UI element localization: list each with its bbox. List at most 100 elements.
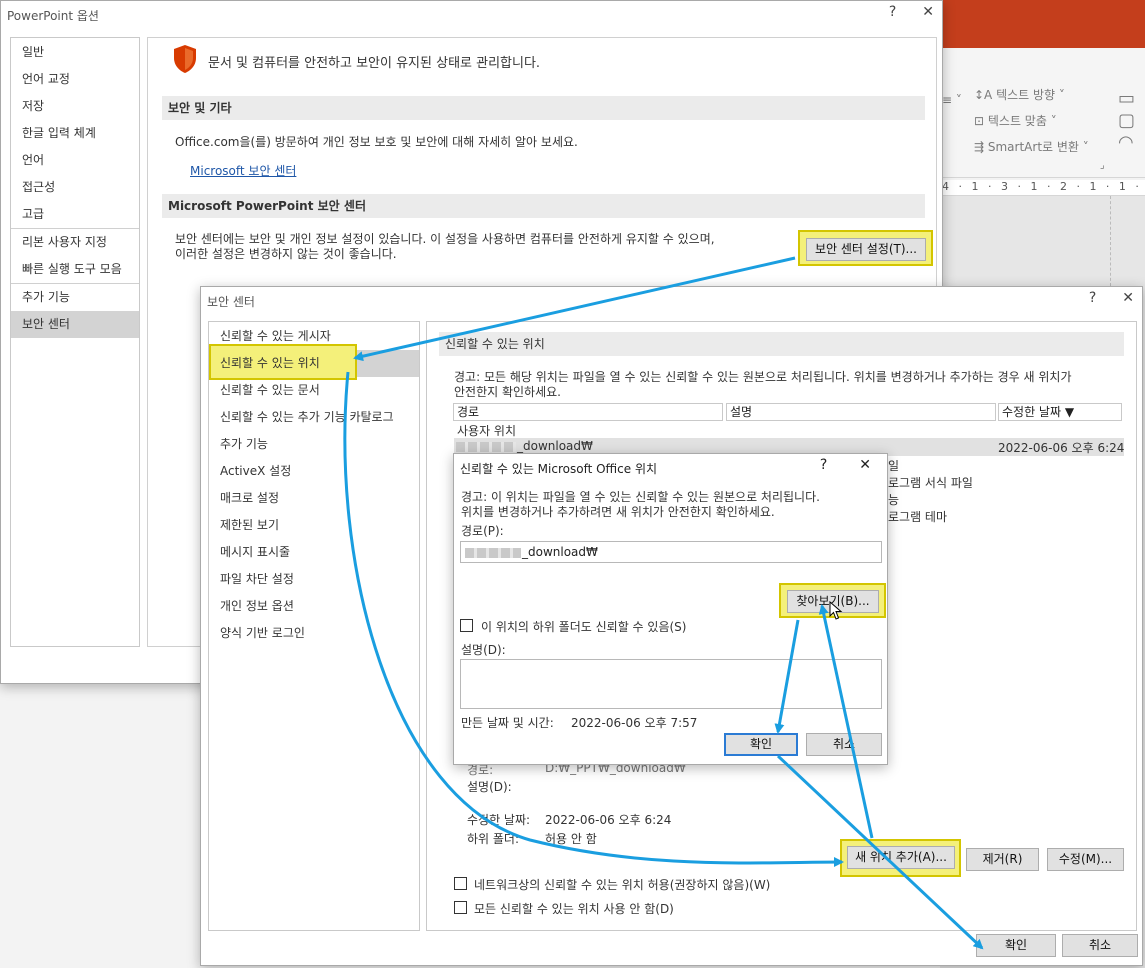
- ribbon-align-chevron[interactable]: ≡ ˅: [942, 93, 962, 107]
- close-icon[interactable]: ✕: [1122, 290, 1134, 306]
- shield-icon: [174, 45, 196, 73]
- column-header-date-modified[interactable]: 수정한 날짜 ▼: [998, 403, 1122, 421]
- nav-item-language[interactable]: 언어: [11, 147, 139, 174]
- options-titlebar-buttons: ? ✕: [889, 4, 934, 20]
- help-button[interactable]: ?: [889, 4, 896, 20]
- column-header-description[interactable]: 설명: [726, 403, 996, 421]
- nav-item-korean-ime[interactable]: 한글 입력 체계: [11, 120, 139, 147]
- trusted-location-dialog: 신뢰할 수 있는 Microsoft Office 위치 ? ✕ 경고: 이 위…: [453, 453, 888, 765]
- nav-item-general[interactable]: 일반: [11, 39, 139, 66]
- created-date-value: 2022-06-06 오후 7:57: [571, 716, 698, 730]
- options-title: PowerPoint 옵션: [7, 9, 99, 23]
- text-align-icon: ⊡: [974, 114, 988, 128]
- options-nav: 일반 언어 교정 저장 한글 입력 체계 언어 접근성 고급 리본 사용자 지정…: [10, 37, 140, 647]
- disable-all-locations-checkbox[interactable]: [454, 901, 467, 914]
- location-cancel-button[interactable]: 취소: [806, 733, 882, 756]
- options-header-text: 문서 및 컴퓨터를 안전하고 보안이 유지된 상태로 관리합니다.: [208, 56, 541, 71]
- smartart-icon: ⇶: [974, 140, 988, 154]
- allow-network-locations-checkbox[interactable]: [454, 877, 467, 890]
- ribbon-group-launcher-icon[interactable]: ⌟: [1100, 160, 1105, 171]
- add-new-location-button[interactable]: 새 위치 추가(A)...: [847, 846, 955, 869]
- nav-item-addins[interactable]: 추가 기능: [209, 431, 419, 458]
- section-security-other: 보안 및 기타: [162, 96, 925, 120]
- trust-center-title: 보안 센터: [207, 295, 255, 309]
- nav-item-trusted-addin-catalogs[interactable]: 신뢰할 수 있는 추가 기능 카탈로그: [209, 404, 419, 431]
- text-align-button[interactable]: ⊡ 텍스트 맞춤 ˅: [974, 112, 1057, 129]
- nav-item-trusted-locations-label[interactable]: 신뢰할 수 있는 위치: [220, 354, 320, 371]
- nav-item-customize-ribbon[interactable]: 리본 사용자 지정: [11, 229, 139, 256]
- ppt-ruler: 4 · 1 · 3 · 1 · 2 · 1 · 1 · 1 · 0 · 1: [940, 180, 1145, 196]
- smartart-label: SmartArt로 변환: [987, 140, 1079, 154]
- nav-item-accessibility[interactable]: 접근성: [11, 174, 139, 201]
- text-direction-icon: ↕A: [974, 88, 997, 102]
- nav-item-quick-access[interactable]: 빠른 실행 도구 모음: [11, 256, 139, 283]
- shape-gallery-icon[interactable]: ▭ ▢ ◠: [1118, 88, 1135, 154]
- location-ok-button[interactable]: 확인: [724, 733, 798, 756]
- trusted-locations-header: 신뢰할 수 있는 위치: [439, 332, 1124, 356]
- nav-item-advanced[interactable]: 고급: [11, 201, 139, 228]
- security-info-text: Office.com을(를) 방문하여 개인 정보 보호 및 보안에 대해 자세…: [175, 135, 578, 149]
- mouse-cursor-icon: [829, 601, 843, 620]
- text-direction-button[interactable]: ↕A 텍스트 방향 ˅: [974, 86, 1065, 103]
- trust-cancel-button[interactable]: 취소: [1062, 934, 1138, 957]
- remove-button[interactable]: 제거(R): [966, 848, 1039, 871]
- ppt-ribbon: ≡ ˅ ↕A 텍스트 방향 ˅ ⊡ 텍스트 맞춤 ˅ ⇶ SmartArt로 변…: [940, 48, 1145, 178]
- trust-ok-button[interactable]: 확인: [976, 934, 1056, 957]
- blurred-path: [465, 547, 521, 558]
- nav-item-macro-settings[interactable]: 매크로 설정: [209, 485, 419, 512]
- trusted-locations-warning-2: 안전한지 확인하세요.: [454, 385, 561, 399]
- blurred-path: [456, 441, 516, 452]
- nav-item-file-block[interactable]: 파일 차단 설정: [209, 566, 419, 593]
- disable-all-locations-label: 모든 신뢰할 수 있는 위치 사용 안 함(D): [474, 902, 674, 916]
- nav-item-save[interactable]: 저장: [11, 93, 139, 120]
- bg-row-desc: 일: [888, 459, 900, 473]
- detail-subfolder-label: 하위 폴더:: [467, 832, 520, 846]
- detail-desc-label: 설명(D):: [467, 780, 512, 794]
- close-icon[interactable]: ✕: [859, 457, 871, 473]
- path-label: 경로(P):: [461, 524, 504, 538]
- nav-item-activex[interactable]: ActiveX 설정: [209, 458, 419, 485]
- help-button[interactable]: ?: [1089, 290, 1096, 306]
- detail-subfolder-value: 허용 안 함: [545, 832, 597, 846]
- detail-date-label: 수정한 날짜:: [467, 813, 531, 827]
- bg-row-desc: 로그램 테마: [888, 510, 948, 524]
- row-date-cell: 2022-06-06 오후 6:24: [998, 441, 1125, 455]
- description-textarea[interactable]: [460, 659, 882, 709]
- trust-subfolders-label: 이 위치의 하위 폴더도 신뢰할 수 있음(S): [481, 620, 687, 634]
- bg-row-desc: 로그램 서식 파일: [888, 476, 973, 490]
- text-direction-label: 텍스트 방향: [996, 88, 1056, 102]
- created-date-label: 만든 날짜 및 시간:: [461, 716, 554, 730]
- help-button[interactable]: ?: [820, 457, 827, 473]
- trust-center-desc-2: 이러한 설정은 변경하지 않는 것이 좋습니다.: [175, 247, 397, 261]
- section-trust-center: Microsoft PowerPoint 보안 센터: [162, 194, 925, 218]
- row-path-cell: _download₩: [456, 439, 593, 453]
- trust-subfolders-checkbox[interactable]: [460, 619, 473, 632]
- description-label: 설명(D):: [461, 643, 506, 657]
- nav-item-protected-view[interactable]: 제한된 보기: [209, 512, 419, 539]
- location-warning-2: 위치를 변경하거나 추가하려면 새 위치가 안전한지 확인하세요.: [461, 505, 775, 519]
- nav-item-form-login[interactable]: 양식 기반 로그인: [209, 620, 419, 647]
- nav-item-trusted-documents[interactable]: 신뢰할 수 있는 문서: [209, 377, 419, 404]
- microsoft-security-center-link[interactable]: Microsoft 보안 센터: [190, 162, 296, 179]
- location-titlebar-buttons: ? ✕: [820, 457, 871, 473]
- column-header-path[interactable]: 경로: [453, 403, 723, 421]
- allow-network-locations-label: 네트워크상의 신뢰할 수 있는 위치 허용(권장하지 않음)(W): [474, 878, 771, 892]
- detail-date-value: 2022-06-06 오후 6:24: [545, 813, 672, 827]
- trust-titlebar-buttons: ? ✕: [1089, 290, 1134, 306]
- close-icon[interactable]: ✕: [922, 4, 934, 20]
- nav-item-proofing[interactable]: 언어 교정: [11, 66, 139, 93]
- bg-row-desc: 능: [888, 493, 900, 507]
- slide-edge: [1110, 196, 1111, 286]
- user-locations-label: 사용자 위치: [457, 424, 517, 438]
- smartart-convert-button[interactable]: ⇶ SmartArt로 변환 ˅: [974, 138, 1089, 155]
- trust-center-settings-button[interactable]: 보안 센터 설정(T)...: [806, 238, 926, 261]
- text-align-label: 텍스트 맞춤: [987, 114, 1047, 128]
- nav-item-addins[interactable]: 추가 기능: [11, 284, 139, 311]
- nav-item-message-bar[interactable]: 메시지 표시줄: [209, 539, 419, 566]
- nav-item-privacy-options[interactable]: 개인 정보 옵션: [209, 593, 419, 620]
- ppt-titlebar: [940, 0, 1145, 48]
- nav-item-trust-center[interactable]: 보안 센터: [11, 311, 139, 338]
- trusted-location-title: 신뢰할 수 있는 Microsoft Office 위치: [460, 462, 658, 476]
- modify-button[interactable]: 수정(M)...: [1047, 848, 1124, 871]
- path-input[interactable]: _download₩: [460, 541, 882, 563]
